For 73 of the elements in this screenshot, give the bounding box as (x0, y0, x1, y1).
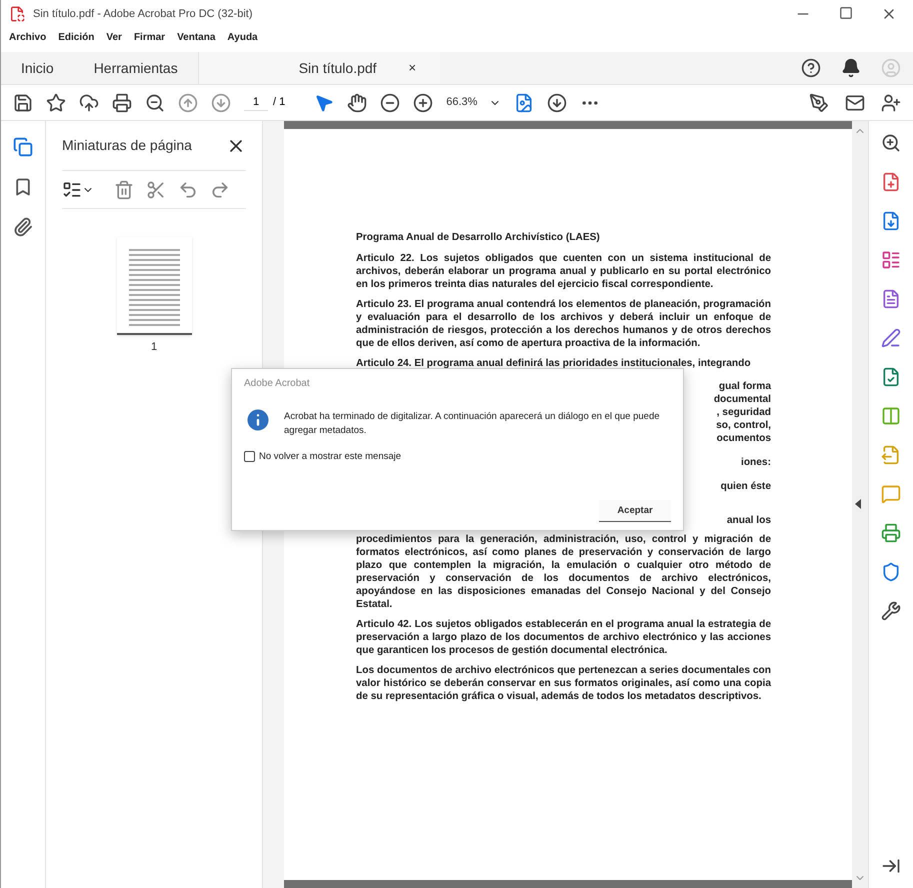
document-icon[interactable] (881, 289, 901, 309)
dialog-message: Acrobat ha terminado de digitalizar. A continuación aparecerá un diálogo en el que puede agregar metadatos. (284, 410, 661, 438)
star-icon[interactable] (46, 92, 66, 112)
pages-icon[interactable] (13, 137, 33, 157)
rotate-left-icon[interactable] (178, 180, 198, 200)
text-line: Articulo 24. El programa anual definirá las prioridades institucionales, integrando (356, 357, 752, 370)
paragraph: Los documentos de archivo electrónicos que pertenezcan a series documentales con valor histórico se deberán conservar en sus formatos originales, así como una copia de su representación gráfica o visual, además de todos los metadatos descriptivos. (356, 664, 771, 703)
zoom-dropdown[interactable]: 66.3% (446, 94, 502, 111)
collapse-arrow-icon[interactable] (855, 499, 861, 509)
tab[interactable]: Herramientas (74, 52, 198, 84)
paragraph: Articulo 42. Los sujetos obligados establecerán en el programa anual la estrategia de preservación a largo plazo de los documentos de archivo electrónico y las acciones que garanticen los procesos de gestión documental electrónica. (356, 618, 771, 657)
help-icon[interactable] (801, 58, 821, 78)
scissors-icon[interactable] (146, 180, 166, 200)
layout-icon[interactable] (881, 250, 901, 270)
menu-item[interactable]: Ver (106, 30, 122, 44)
print-icon[interactable] (112, 92, 132, 112)
window-title: Sin título.pdf - Adobe Acrobat Pro DC (32-bit) (33, 6, 253, 22)
zoom-in-icon[interactable] (413, 92, 434, 112)
tab[interactable]: Sin título.pdf × (198, 52, 440, 84)
sign-icon[interactable] (809, 92, 829, 112)
panel-title: Miniaturas de página (62, 136, 192, 155)
mail-icon[interactable] (845, 92, 865, 112)
page-number-field[interactable]: 1 (244, 94, 268, 112)
tab[interactable]: Inicio (1, 52, 74, 84)
text-fragment: quien éste (720, 480, 771, 493)
maximize-icon[interactable] (839, 6, 853, 20)
trash-icon[interactable] (114, 180, 134, 200)
shield-icon[interactable] (881, 562, 901, 582)
rotate-right-icon[interactable] (210, 180, 230, 200)
search-icon[interactable] (145, 92, 165, 112)
zoom-out-icon[interactable] (380, 92, 400, 112)
file-download-icon[interactable] (881, 211, 901, 231)
text-fragment: documental (714, 393, 771, 406)
options-icon[interactable] (62, 180, 82, 200)
app-logo-icon (9, 6, 25, 22)
wrench-icon[interactable] (881, 601, 901, 621)
tab-close[interactable]: × (408, 58, 416, 78)
printer-icon[interactable] (881, 523, 901, 543)
text-fragment: iones: (740, 456, 771, 469)
text-fragment: ocumentos (716, 432, 771, 445)
menu-item[interactable]: Ayuda (227, 30, 258, 44)
zoom-icon[interactable] (881, 133, 901, 153)
cloud-upload-icon[interactable] (79, 92, 99, 112)
file-plus-icon[interactable] (881, 172, 901, 192)
checkbox-label: No volver a mostrar este mensaje (259, 450, 402, 463)
page-thumbnail[interactable] (116, 237, 192, 335)
save-icon[interactable] (13, 92, 33, 112)
menu-item[interactable]: Ventana (177, 30, 216, 44)
menu-item[interactable]: Archivo (9, 30, 46, 44)
paperclip-icon[interactable] (13, 217, 33, 237)
next-page-icon[interactable] (211, 92, 231, 112)
text-fragment: so, control, (716, 419, 771, 432)
bell-icon[interactable] (841, 58, 861, 78)
hand-icon[interactable] (347, 92, 368, 112)
paragraph: Articulo 22. Los sujetos obligados que cuenten con un sistema institucional de archivos, deberán elaborar un programa anual y publicarlo en su portal electrónico en los primeros treinta dias naturales del ejercicio fiscal correspondiente. (356, 252, 771, 291)
document-heading: Programa Anual de Desarrollo Archivístico (LAES) (356, 231, 601, 244)
menu-item[interactable]: Edición (58, 30, 94, 44)
previous-page-icon[interactable] (178, 92, 198, 112)
checkbox[interactable] (244, 451, 255, 462)
text-fragment: gual forma (718, 380, 771, 393)
menu-item[interactable]: Firmar (134, 30, 166, 44)
page-total: / 1 (273, 95, 286, 110)
text-fragment: anual los (726, 514, 771, 527)
paragraph: Articulo 23. El programa anual contendrá los elementos de planeación, programación y evaluación para el desarrollo de los archivos y deberá incluir un enfoque de administración de riesgos, protección a los derechos humanos y de otros derechos que de ellos deriven, así como de apertura proactiva de la información. (356, 298, 771, 350)
text-fragment: , seguridad (716, 406, 771, 419)
pen-icon[interactable] (881, 328, 901, 348)
columns-icon[interactable] (881, 406, 901, 426)
file-check-icon[interactable] (881, 367, 901, 387)
accept-button[interactable]: Aceptar (599, 500, 671, 522)
page-number: 1 (150, 340, 158, 355)
dialog-title: Adobe Acrobat (244, 377, 311, 390)
pointer-icon[interactable] (314, 92, 334, 112)
paragraph: procedimientos para la generación, administración, uso, control y migración de formatos electrónicos, así como planes de preservación y conservación de largo plazo que contemplen la migración, la emulación o cualquier otro método de preservación y conservación de los documentos de archivo electrónicos, apoyándose en las disposiciones emanadas del Consejo Nacional y del Consejo Estatal. (356, 533, 771, 611)
